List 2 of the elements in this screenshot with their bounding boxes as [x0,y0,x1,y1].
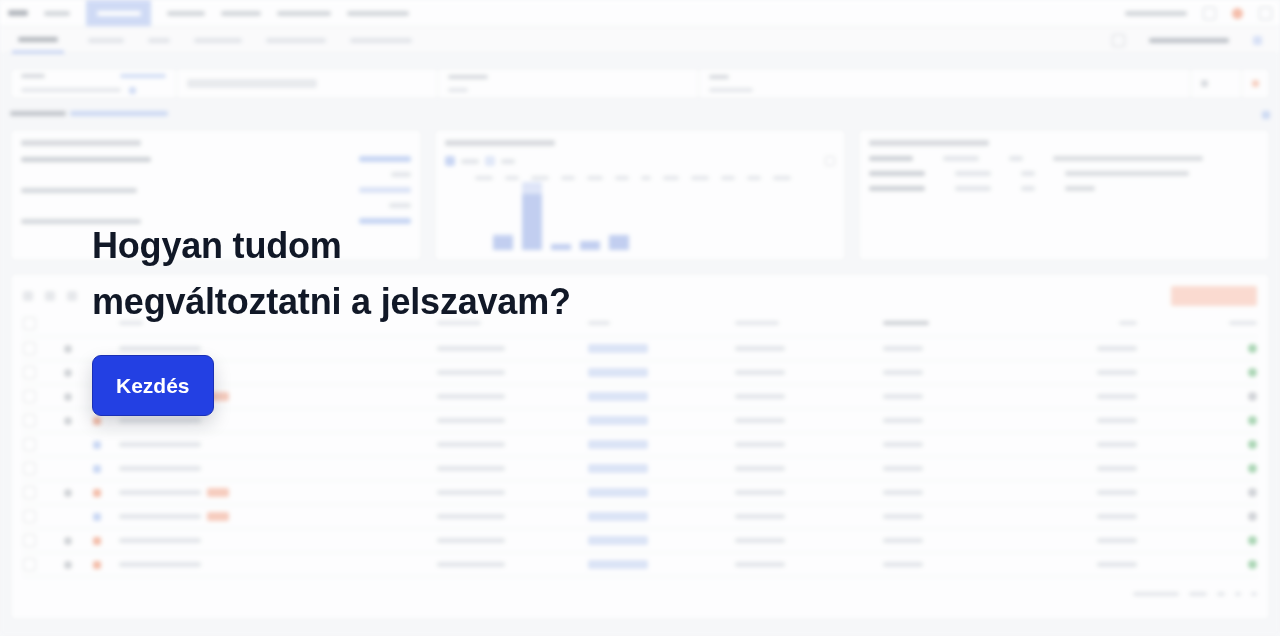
prompt-heading: Hogyan tudom megváltoztatni a jelszavam? [92,224,572,324]
start-button[interactable]: Kezdés [92,355,214,416]
